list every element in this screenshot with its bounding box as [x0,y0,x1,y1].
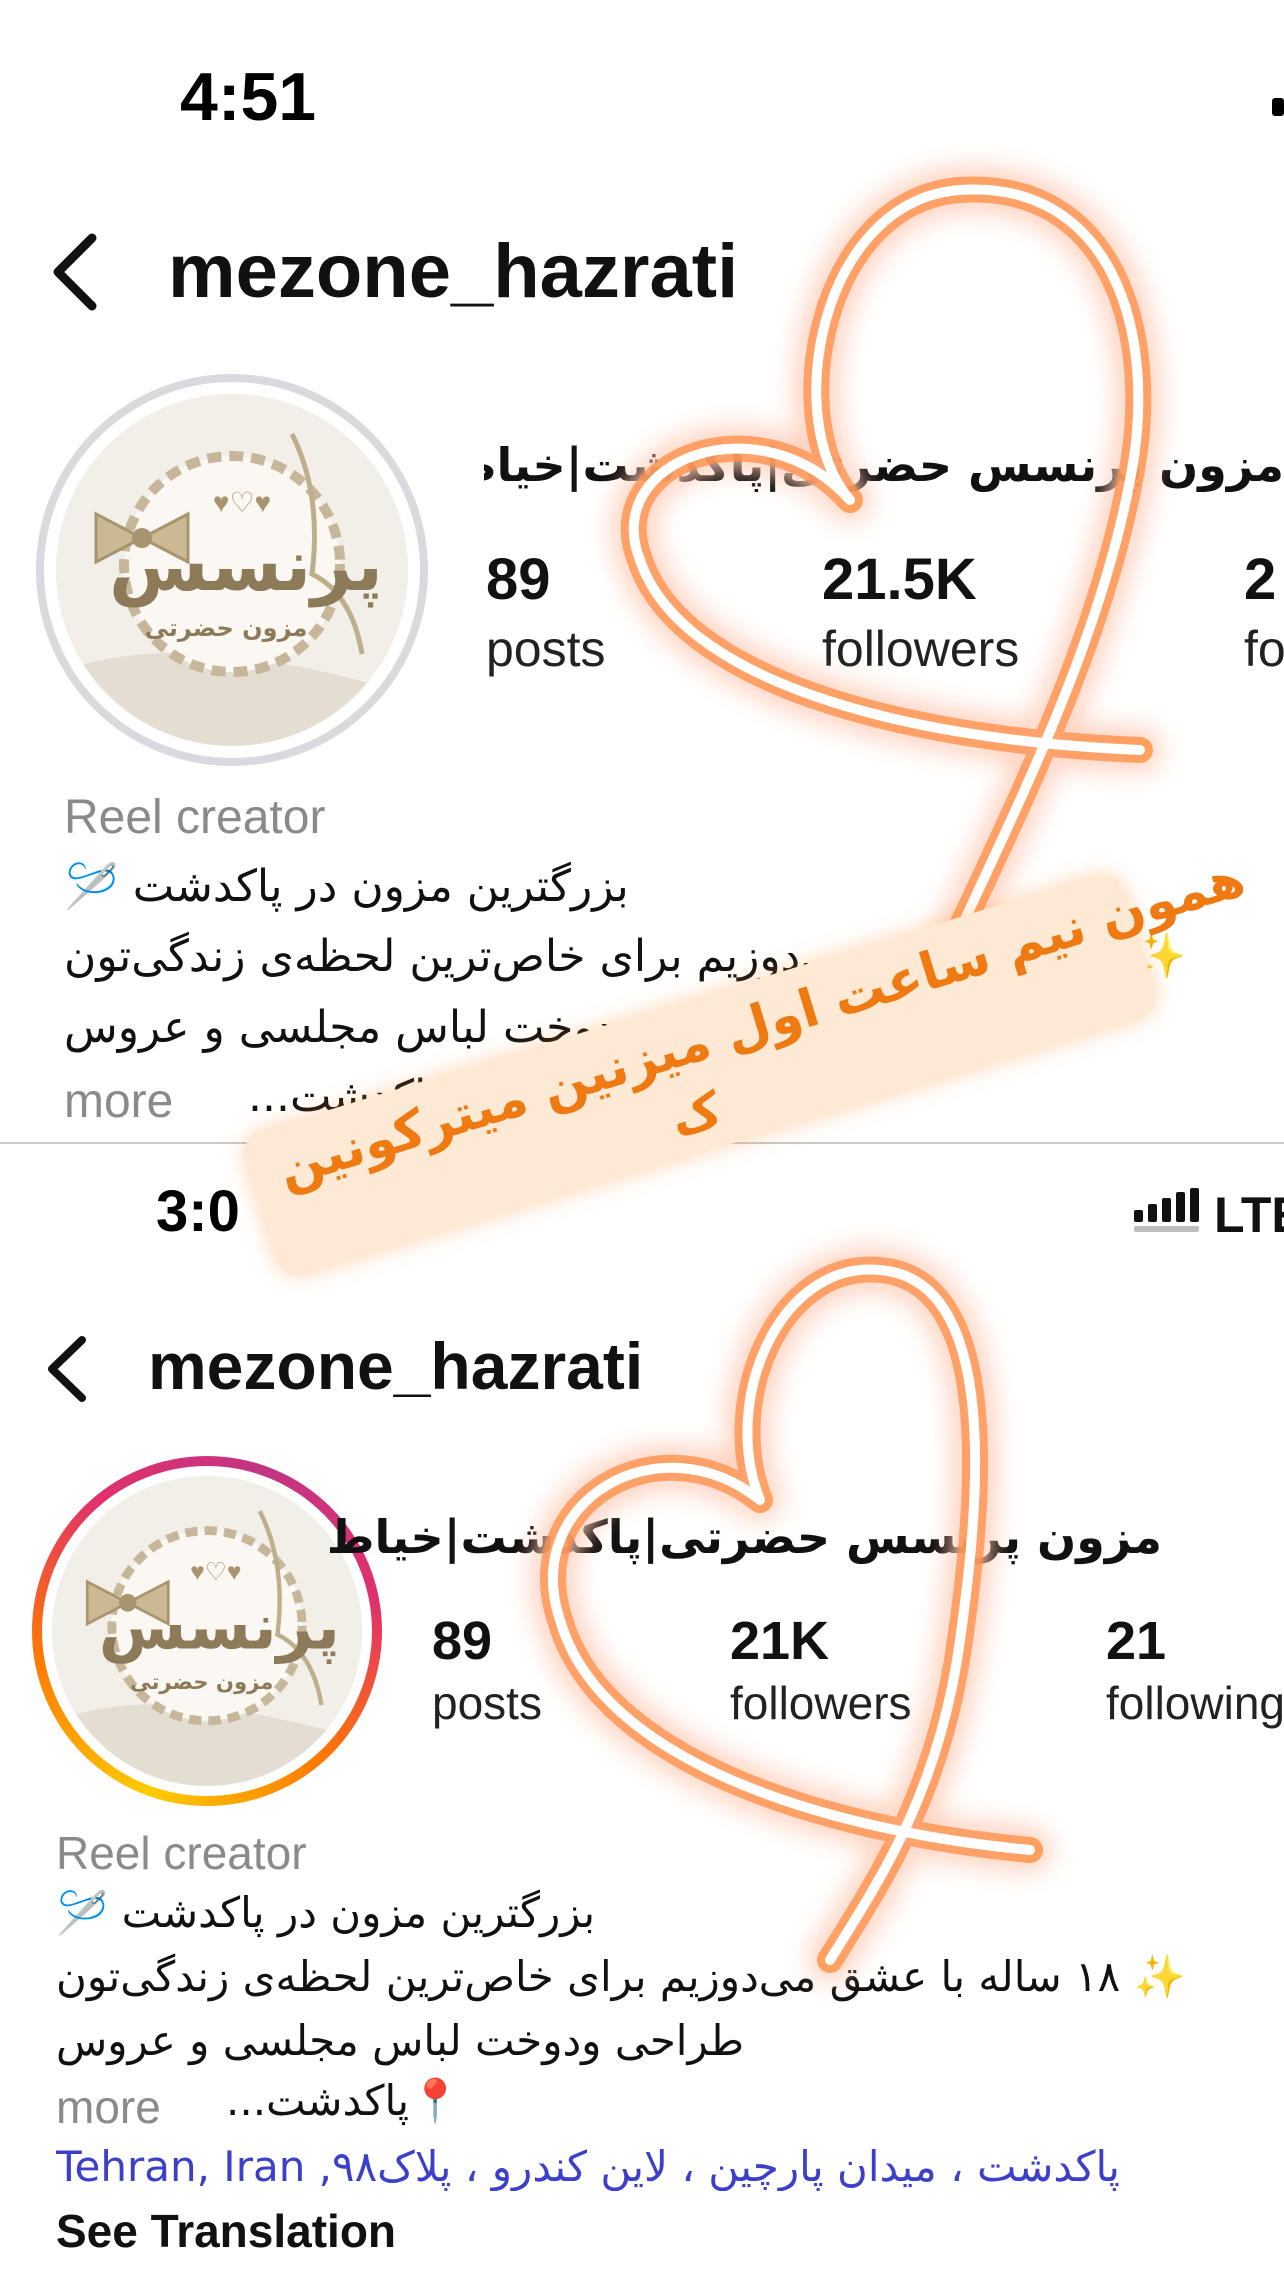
bio-line-2: ✨ ۱۸ ساله با عشق می‌دوزیم برای خاص‌ترین … [56,1952,1186,2001]
followers-count: 21K [730,1611,830,1671]
profile-username: mezone_hazrati [148,1329,644,1403]
svg-text:پرنسس: پرنسس [99,1590,340,1665]
posts-count: 89 [432,1611,493,1671]
profile-display-name: مزون پرنسس حضرتی|پاکدشت|خیاط [326,1510,1162,1564]
category-label: Reel creator [56,1827,307,1879]
bio-line-1: بزرگترین مزون در پاکدشت 🪡 [64,861,629,912]
category-label: Reel creator [64,791,326,844]
following-count: 21 [1106,1611,1167,1671]
svg-text:پرنسس: پرنسس [109,523,383,608]
posts-label[interactable]: posts [432,1676,542,1730]
followers-label[interactable]: followers [822,620,1019,678]
back-button[interactable] [48,232,100,312]
following-label[interactable]: following [1106,1676,1284,1730]
bio-line-3: طراحی ودوخت لباس مجلسی و عروس [56,2016,745,2065]
battery-icon [1272,98,1284,116]
profile-avatar-story-ring[interactable]: پرنسس مزون حضرتی ♥♡♥ [32,1456,382,1806]
back-chevron-icon [48,1336,86,1402]
status-time: 4:51 [180,59,317,135]
more-link[interactable]: more [64,1074,173,1129]
svg-text:مزون حضرتی: مزون حضرتی [145,614,308,642]
signal-bars-icon [1134,1188,1202,1239]
brand-logo: پرنسس مزون حضرتی ♥♡♥ [52,1476,362,1786]
posts-count: 89 [486,547,551,612]
svg-text:مزون حضرتی: مزون حضرتی [130,1669,273,1694]
profile-username: mezone_hazrati [168,229,739,314]
svg-text:♥♡♥: ♥♡♥ [190,1559,241,1586]
following-label[interactable]: fo [1244,620,1284,678]
profile-display-name: مزون پرنسس حضرتی|پاکدشت|خیاط [484,438,1284,492]
following-count: 2 [1244,547,1277,612]
back-button[interactable] [44,1334,90,1404]
more-link[interactable]: more [56,2080,161,2134]
bio-more-prefix: 📍پاکدشت... [226,2076,462,2125]
followers-label[interactable]: followers [730,1676,912,1730]
back-chevron-icon [53,233,97,311]
network-label: LTE [1214,1187,1284,1243]
brand-logo: پرنسس مزون حضرتی ♥♡♥ [56,394,408,746]
followers-count: 21.5K [822,547,977,612]
bio-line-1: بزرگترین مزون در پاکدشت 🪡 [56,1888,596,1937]
svg-text:♥♡♥: ♥♡♥ [213,487,271,518]
see-translation-button[interactable]: See Translation [56,2204,396,2258]
location-link[interactable]: پاکدشت ، میدان پارچین ، لاین کندرو ، پلا… [56,2142,1256,2191]
sticker-line-2: ک [664,1080,728,1149]
status-time: 3:0 [156,1179,240,1244]
posts-label[interactable]: posts [486,620,606,678]
profile-avatar[interactable]: پرنسس مزون حضرتی ♥♡♥ [36,374,428,766]
